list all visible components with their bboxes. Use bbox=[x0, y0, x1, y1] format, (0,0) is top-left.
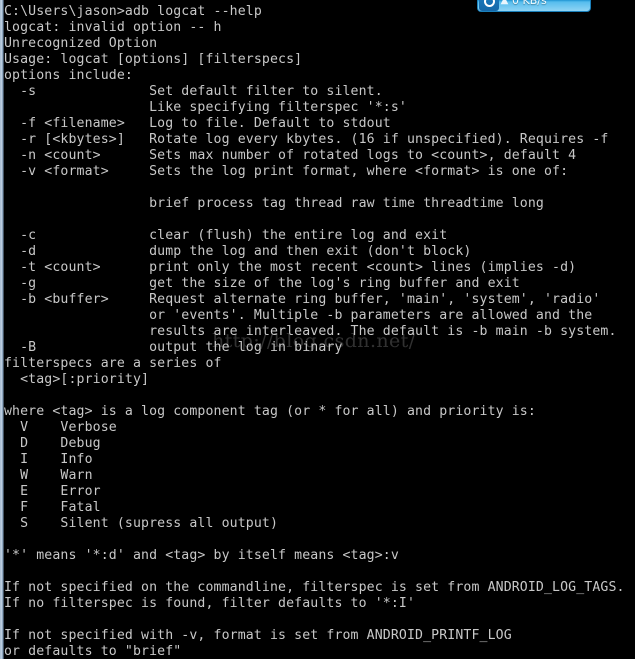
console-line: -c clear (flush) the entire log and exit bbox=[4, 228, 448, 243]
console-line: If not specified on the commandline, fil… bbox=[4, 580, 625, 595]
console-line: E Error bbox=[4, 484, 101, 499]
console-line: <tag>[:priority] bbox=[4, 372, 150, 387]
console-line: V Verbose bbox=[4, 420, 117, 435]
console-line: or 'events'. Multiple -b parameters are … bbox=[4, 308, 593, 323]
console-output-text: C:\Users\jason>adb logcat --help logcat: … bbox=[4, 4, 632, 659]
network-speed-widget[interactable]: ▲ 0 KB/s bbox=[477, 0, 591, 12]
console-line: -s Set default filter to silent. bbox=[4, 84, 383, 99]
console-line: results are interleaved. The default is … bbox=[4, 324, 617, 339]
console-line: brief process tag thread raw time thread… bbox=[4, 196, 544, 211]
console-line: logcat: invalid option -- h bbox=[4, 20, 222, 35]
console-line: W Warn bbox=[4, 468, 93, 483]
console-line: '*' means '*:d' and <tag> by itself mean… bbox=[4, 548, 399, 563]
command-prompt-window[interactable]: C:\Users\jason>adb logcat --help logcat: … bbox=[0, 0, 635, 659]
network-speed-label: 0 KB/s bbox=[512, 0, 547, 7]
console-line: Usage: logcat [options] [filterspecs] bbox=[4, 52, 303, 67]
console-line: -f <filename> Log to file. Default to st… bbox=[4, 116, 391, 131]
console-line: where <tag> is a log component tag (or *… bbox=[4, 404, 536, 419]
console-line: filterspecs are a series of bbox=[4, 356, 222, 371]
console-line: If not specified with -v, format is set … bbox=[4, 628, 512, 643]
console-line: -n <count> Sets max number of rotated lo… bbox=[4, 148, 577, 163]
console-line: options include: bbox=[4, 68, 133, 83]
console-line: Like specifying filterspec '*:s' bbox=[4, 100, 407, 115]
console-line: Unrecognized Option bbox=[4, 36, 158, 51]
console-line: -g get the size of the log's ring buffer… bbox=[4, 276, 520, 291]
console-line: I Info bbox=[4, 452, 93, 467]
console-line: -v <format> Sets the log print format, w… bbox=[4, 164, 569, 179]
console-line: S Silent (supress all output) bbox=[4, 516, 279, 531]
console-line: -r [<kbytes>] Rotate log every kbytes. (… bbox=[4, 132, 609, 147]
console-line: -b <buffer> Request alternate ring buffe… bbox=[4, 292, 601, 307]
console-line: -d dump the log and then exit (don't blo… bbox=[4, 244, 472, 259]
window-left-border bbox=[0, 0, 4, 659]
console-line: or defaults to "brief" bbox=[4, 644, 182, 659]
console-line: If no filterspec is found, filter defaul… bbox=[4, 596, 416, 611]
console-line: F Fatal bbox=[4, 500, 101, 515]
network-monitor-icon bbox=[479, 0, 499, 11]
console-line: D Debug bbox=[4, 436, 101, 451]
console-line: -B output the log in binary bbox=[4, 340, 343, 355]
console-line: -t <count> print only the most recent <c… bbox=[4, 260, 577, 275]
upload-arrow-icon: ▲ bbox=[500, 0, 509, 6]
